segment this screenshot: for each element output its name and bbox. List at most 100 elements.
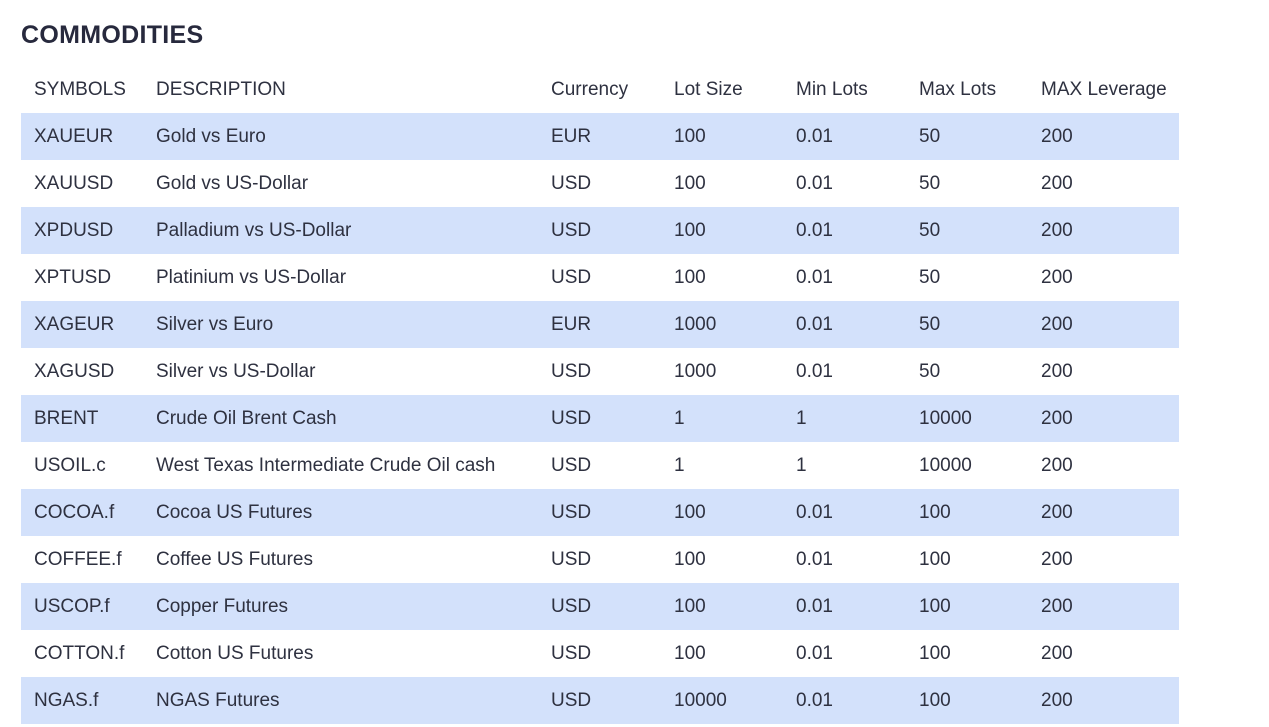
table-row: COTTON.f Cotton US Futures USD 100 0.01 … bbox=[21, 630, 1179, 677]
cell-lot-size: 10000 bbox=[674, 689, 727, 711]
cell-currency: EUR bbox=[551, 125, 592, 147]
cell-min-lots: 0.01 bbox=[796, 642, 833, 664]
cell-lot-size: 1000 bbox=[674, 313, 717, 335]
table-row: COFFEE.f Coffee US Futures USD 100 0.01 … bbox=[21, 536, 1179, 583]
cell-description: Silver vs Euro bbox=[156, 313, 274, 335]
header-description: DESCRIPTION bbox=[156, 78, 286, 100]
cell-max-leverage: 200 bbox=[1041, 313, 1073, 335]
cell-min-lots: 0.01 bbox=[796, 172, 833, 194]
cell-lot-size: 100 bbox=[674, 125, 706, 147]
cell-max-leverage: 200 bbox=[1041, 689, 1073, 711]
cell-currency: USD bbox=[551, 595, 592, 617]
cell-currency: USD bbox=[551, 360, 592, 382]
cell-max-lots: 100 bbox=[919, 548, 951, 570]
cell-max-leverage: 200 bbox=[1041, 595, 1073, 617]
cell-currency: USD bbox=[551, 172, 592, 194]
cell-max-lots: 100 bbox=[919, 501, 951, 523]
cell-max-leverage: 200 bbox=[1041, 548, 1073, 570]
cell-currency: EUR bbox=[551, 313, 592, 335]
table-row: BRENT Crude Oil Brent Cash USD 1 1 10000… bbox=[21, 395, 1179, 442]
cell-symbol: XPDUSD bbox=[34, 219, 114, 241]
cell-max-lots: 50 bbox=[919, 360, 941, 382]
cell-description: Gold vs US-Dollar bbox=[156, 172, 309, 194]
cell-max-lots: 50 bbox=[919, 266, 941, 288]
cell-min-lots: 0.01 bbox=[796, 266, 833, 288]
header-symbols: SYMBOLS bbox=[34, 78, 126, 100]
cell-currency: USD bbox=[551, 501, 592, 523]
cell-max-leverage: 200 bbox=[1041, 454, 1073, 476]
cell-currency: USD bbox=[551, 548, 592, 570]
cell-lot-size: 100 bbox=[674, 266, 706, 288]
cell-min-lots: 1 bbox=[796, 454, 807, 476]
cell-lot-size: 1 bbox=[674, 407, 685, 429]
cell-min-lots: 1 bbox=[796, 407, 807, 429]
cell-min-lots: 0.01 bbox=[796, 501, 833, 523]
cell-symbol: USOIL.c bbox=[34, 454, 106, 476]
cell-min-lots: 0.01 bbox=[796, 313, 833, 335]
cell-min-lots: 0.01 bbox=[796, 548, 833, 570]
cell-max-leverage: 200 bbox=[1041, 219, 1073, 241]
header-max-lots: Max Lots bbox=[919, 78, 997, 100]
cell-max-lots: 10000 bbox=[919, 454, 972, 476]
cell-description: Gold vs Euro bbox=[156, 125, 266, 147]
cell-currency: USD bbox=[551, 407, 592, 429]
cell-description: Palladium vs US-Dollar bbox=[156, 219, 352, 241]
cell-min-lots: 0.01 bbox=[796, 689, 833, 711]
commodities-table: SYMBOLS DESCRIPTION Currency Lot Size Mi… bbox=[21, 66, 1179, 724]
cell-max-leverage: 200 bbox=[1041, 642, 1073, 664]
table-row: XPTUSD Platinium vs US-Dollar USD 100 0.… bbox=[21, 254, 1179, 301]
table-header-row: SYMBOLS DESCRIPTION Currency Lot Size Mi… bbox=[21, 66, 1179, 113]
cell-description: Coffee US Futures bbox=[156, 548, 314, 570]
cell-symbol: XAGUSD bbox=[34, 360, 115, 382]
cell-min-lots: 0.01 bbox=[796, 125, 833, 147]
cell-symbol: COTTON.f bbox=[34, 642, 125, 664]
cell-max-lots: 50 bbox=[919, 313, 941, 335]
cell-description: Crude Oil Brent Cash bbox=[156, 407, 337, 429]
cell-lot-size: 100 bbox=[674, 548, 706, 570]
cell-max-lots: 100 bbox=[919, 689, 951, 711]
cell-max-leverage: 200 bbox=[1041, 125, 1073, 147]
cell-symbol: USCOP.f bbox=[34, 595, 110, 617]
table-row: XAGUSD Silver vs US-Dollar USD 1000 0.01… bbox=[21, 348, 1179, 395]
cell-symbol: XPTUSD bbox=[34, 266, 112, 288]
cell-lot-size: 1000 bbox=[674, 360, 717, 382]
cell-currency: USD bbox=[551, 642, 592, 664]
cell-symbol: XAUEUR bbox=[34, 125, 114, 147]
cell-max-leverage: 200 bbox=[1041, 172, 1073, 194]
cell-description: NGAS Futures bbox=[156, 689, 280, 711]
cell-min-lots: 0.01 bbox=[796, 219, 833, 241]
cell-currency: USD bbox=[551, 219, 592, 241]
cell-max-lots: 50 bbox=[919, 219, 941, 241]
cell-max-lots: 10000 bbox=[919, 407, 972, 429]
cell-max-lots: 50 bbox=[919, 172, 941, 194]
header-currency: Currency bbox=[551, 78, 629, 100]
cell-symbol: BRENT bbox=[34, 407, 99, 429]
cell-description: Platinium vs US-Dollar bbox=[156, 266, 347, 288]
page-title: COMMODITIES bbox=[21, 21, 204, 49]
table-row: NGAS.f NGAS Futures USD 10000 0.01 100 2… bbox=[21, 677, 1179, 724]
table-row: XPDUSD Palladium vs US-Dollar USD 100 0.… bbox=[21, 207, 1179, 254]
cell-max-leverage: 200 bbox=[1041, 360, 1073, 382]
cell-lot-size: 100 bbox=[674, 595, 706, 617]
cell-description: Cocoa US Futures bbox=[156, 501, 313, 523]
cell-description: Silver vs US-Dollar bbox=[156, 360, 316, 382]
cell-symbol: NGAS.f bbox=[34, 689, 99, 711]
table-row: USOIL.c West Texas Intermediate Crude Oi… bbox=[21, 442, 1179, 489]
cell-min-lots: 0.01 bbox=[796, 360, 833, 382]
table-row: XAUEUR Gold vs Euro EUR 100 0.01 50 200 bbox=[21, 113, 1179, 160]
cell-description: Copper Futures bbox=[156, 595, 289, 617]
cell-lot-size: 100 bbox=[674, 172, 706, 194]
cell-symbol: COFFEE.f bbox=[34, 548, 122, 570]
cell-currency: USD bbox=[551, 266, 592, 288]
cell-lot-size: 1 bbox=[674, 454, 685, 476]
cell-max-leverage: 200 bbox=[1041, 501, 1073, 523]
cell-symbol: XAUUSD bbox=[34, 172, 114, 194]
table-row: XAUUSD Gold vs US-Dollar USD 100 0.01 50… bbox=[21, 160, 1179, 207]
cell-lot-size: 100 bbox=[674, 642, 706, 664]
cell-description: Cotton US Futures bbox=[156, 642, 314, 664]
table-row: XAGEUR Silver vs Euro EUR 1000 0.01 50 2… bbox=[21, 301, 1179, 348]
cell-max-lots: 100 bbox=[919, 642, 951, 664]
cell-min-lots: 0.01 bbox=[796, 595, 833, 617]
cell-max-leverage: 200 bbox=[1041, 407, 1073, 429]
cell-max-lots: 100 bbox=[919, 595, 951, 617]
